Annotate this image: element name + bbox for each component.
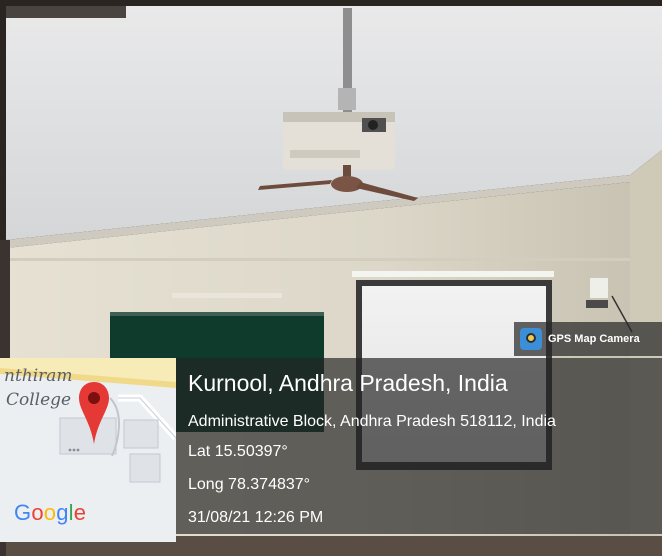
google-logo-letter: o	[43, 500, 57, 525]
google-logo-letter: e	[73, 500, 87, 525]
gps-map-camera-label: GPS Map Camera	[548, 333, 640, 345]
location-info-panel: Kurnool, Andhra Pradesh, India Administr…	[176, 358, 662, 534]
location-map: nthiram College Google	[0, 358, 176, 542]
location-pin-icon	[79, 382, 109, 444]
google-logo-letter: G	[14, 500, 32, 525]
location-city: Kurnool, Andhra Pradesh, India	[188, 370, 508, 396]
location-overlay: nthiram College Google Kurnool, Andhra P…	[0, 358, 662, 556]
google-logo-letter: o	[31, 500, 44, 525]
location-address: Administrative Block, Andhra Pradesh 518…	[188, 413, 556, 430]
google-logo: Google	[14, 500, 86, 526]
google-logo-text: Google	[14, 500, 86, 525]
datetime-text: 31/08/21 12:26 PM	[188, 509, 324, 526]
gps-map-camera-icon	[520, 328, 542, 350]
photo-frame: GPS Map Camera nthiram College Google Ku…	[0, 0, 662, 556]
map-label-line2: College	[6, 390, 72, 410]
map-label-line1: nthiram	[4, 366, 73, 386]
google-logo-letter: g	[56, 500, 69, 525]
gps-map-camera-badge: GPS Map Camera	[514, 322, 662, 356]
latitude-text: Lat 15.50397°	[188, 443, 288, 460]
longitude-text: Long 78.374837°	[188, 476, 311, 493]
